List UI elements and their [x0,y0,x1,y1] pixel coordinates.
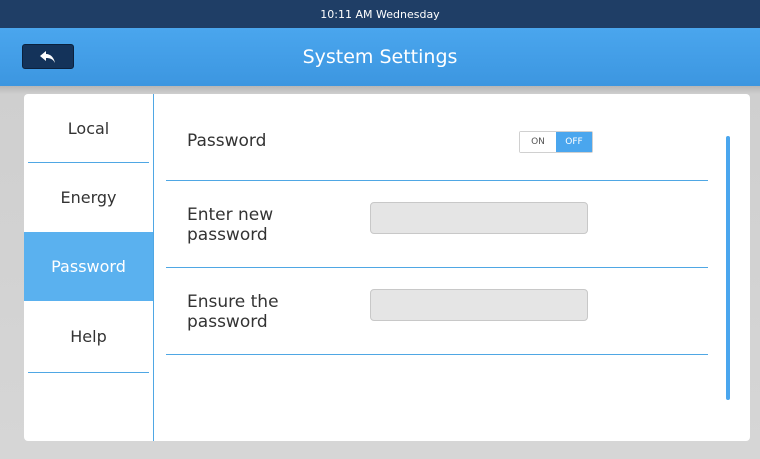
row-divider [166,354,708,355]
sidebar-item-label: Password [51,257,126,276]
sidebar-item-label: Energy [60,188,117,207]
row-divider [166,267,708,268]
row-divider [166,180,708,181]
sidebar-item-password[interactable]: Password [24,232,153,301]
password-toggle[interactable]: ON OFF [519,131,593,153]
confirm-password-input[interactable] [370,289,588,321]
sidebar-divider [28,372,149,373]
back-arrow-icon [40,50,55,63]
sidebar: Local Energy Password Help [24,94,154,441]
new-password-label-line1: Enter new [187,205,274,225]
new-password-label: Enter new password [187,205,273,245]
back-button[interactable] [22,44,74,69]
confirm-password-label-line1: Ensure the [187,292,279,312]
confirm-password-label: Ensure the password [187,292,279,332]
new-password-input[interactable] [370,202,588,234]
status-datetime: 10:11 AM Wednesday [320,7,440,21]
password-toggle-label: Password [187,131,267,151]
sidebar-item-label: Local [67,119,110,138]
sidebar-item-help[interactable]: Help [24,302,153,371]
scrollbar[interactable] [726,136,730,400]
sidebar-item-label: Help [70,327,107,346]
settings-panel: Local Energy Password Help Password ON O… [24,94,750,441]
header-bar: System Settings [0,28,760,86]
toggle-on-option[interactable]: ON [520,132,556,152]
toggle-off-option[interactable]: OFF [556,132,592,152]
sidebar-item-energy[interactable]: Energy [24,163,153,232]
status-bar: 10:11 AM Wednesday [0,0,760,28]
page-title: System Settings [302,46,458,68]
new-password-label-line2: password [187,225,268,245]
confirm-password-label-line2: password [187,312,268,332]
sidebar-item-local[interactable]: Local [24,94,153,163]
